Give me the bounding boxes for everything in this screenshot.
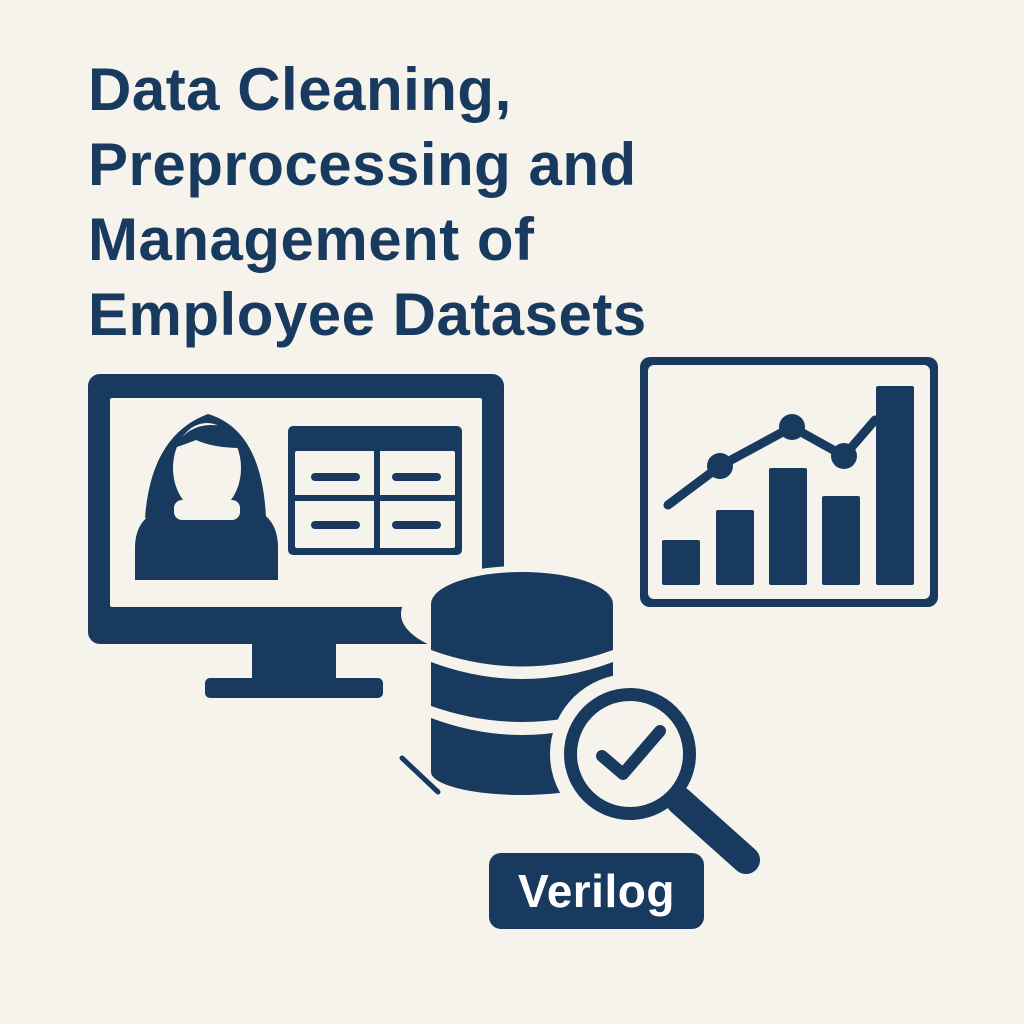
verilog-badge-label: Verilog bbox=[518, 865, 675, 917]
bar-line-chart-icon bbox=[640, 357, 938, 607]
data-table-icon bbox=[288, 426, 462, 555]
verilog-badge: Verilog bbox=[489, 853, 704, 929]
magnifier-check-icon bbox=[550, 674, 760, 874]
